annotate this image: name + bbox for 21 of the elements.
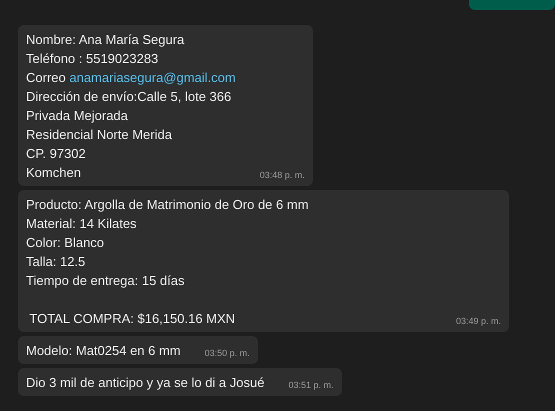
message-text: Correo (26, 70, 67, 85)
message-text: Talla: 12.5 (26, 253, 86, 271)
message-time: 03:50 p. m. (204, 348, 250, 358)
message-text: TOTAL COMPRA: $16,150.16 MXN (28, 310, 236, 328)
message-time: 03:48 p. m. (260, 170, 305, 180)
message-time: 03:51 p. m. (288, 380, 334, 390)
message-time: 03:49 p. m. (456, 316, 501, 326)
message-text: Privada Mejorada (26, 107, 129, 125)
message-text: Residencial Norte Merida (26, 126, 173, 144)
message-text: Nombre: Ana María Segura (26, 31, 186, 49)
message-text: Producto: Argolla de Matrimonio de Oro de 6 mm (26, 196, 310, 214)
message-text: Dio 3 mil de anticipo y ya se lo di a Josué (26, 374, 264, 392)
message-text: Material: 14 Kilates (26, 215, 138, 233)
email-link[interactable]: anamariasegura@gmail.com (69, 70, 236, 85)
message-text: Color: Blanco (26, 234, 106, 252)
message-text: Tiempo de entrega: 15 días (26, 272, 186, 290)
message-text: Modelo: Mat0254 en 6 mm (26, 342, 181, 360)
message-text: Dirección de envío:Calle 5, lote 366 (26, 88, 232, 106)
message-text: Teléfono : 5519023283 (26, 50, 160, 68)
message-text: Komchen (26, 164, 82, 182)
message-text: CP. 97302 (26, 145, 87, 163)
